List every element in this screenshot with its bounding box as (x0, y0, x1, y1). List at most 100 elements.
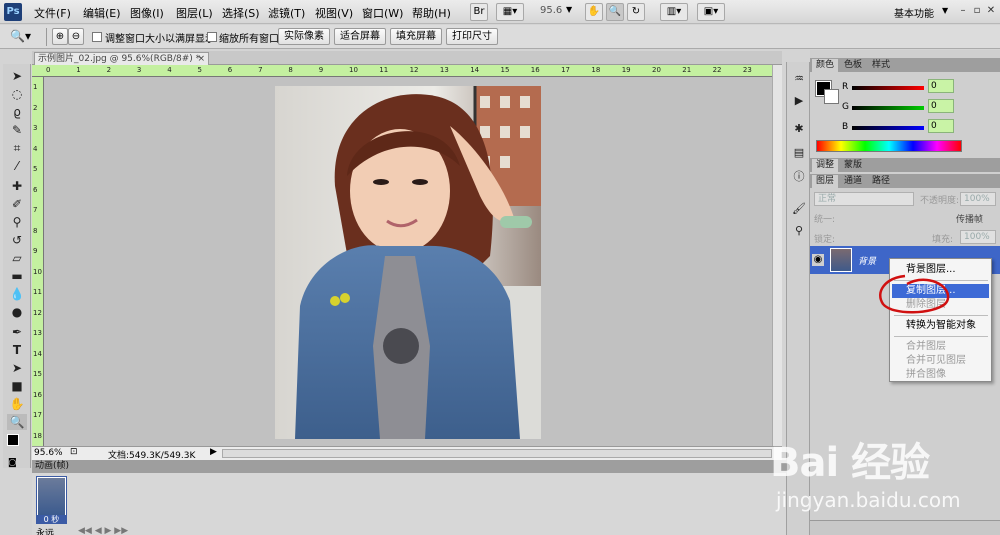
menu-view[interactable]: 视图(V) (315, 5, 353, 21)
propagate-frame-label[interactable]: 传播帧 (956, 212, 983, 225)
fill-field[interactable]: 100% (960, 230, 996, 244)
print-size-button[interactable]: 打印尺寸 (446, 28, 498, 45)
tab-adjustments[interactable]: 调整 (812, 159, 839, 172)
dodge-tool-icon[interactable]: ● (7, 304, 27, 320)
zoom-tool-icon[interactable]: 🔍 (606, 3, 624, 21)
layer-name[interactable]: 背景 (858, 254, 876, 267)
close-document-icon[interactable]: × (197, 53, 205, 65)
red-value-field[interactable]: 0 (928, 79, 954, 93)
vertical-scrollbar[interactable] (772, 65, 782, 446)
zoom-out-icon[interactable]: ⊖ (68, 28, 84, 45)
status-menu-arrow-icon[interactable]: ▶ (210, 447, 217, 457)
zoom-status[interactable]: 95.6% (34, 448, 63, 458)
zoom-level[interactable]: 95.6 (540, 5, 562, 16)
menu-file[interactable]: 文件(F) (34, 5, 71, 21)
type-tool-icon[interactable]: T (7, 342, 27, 358)
history-panel-icon[interactable]: ♒ (791, 72, 807, 86)
tab-channels[interactable]: 通道 (840, 175, 866, 188)
menu-item-convert-smart-object[interactable]: 转换为智能对象 (892, 319, 989, 333)
menu-window[interactable]: 窗口(W) (362, 5, 403, 21)
eraser-tool-icon[interactable]: ▱ (7, 250, 27, 266)
clone-source-panel-icon[interactable]: ⚲ (791, 224, 807, 238)
close-icon[interactable]: ✕ (984, 4, 998, 18)
layer-visibility-eye-icon[interactable]: ◉ (812, 254, 824, 266)
restore-icon[interactable]: ▫ (970, 4, 984, 18)
menu-help[interactable]: 帮助(H) (412, 5, 451, 21)
healing-brush-tool-icon[interactable]: ✚ (7, 178, 27, 194)
marquee-tool-icon[interactable]: ◌ (7, 86, 27, 102)
quick-mask-icon[interactable]: ◙ (8, 458, 22, 468)
tab-styles[interactable]: 样式 (868, 59, 894, 72)
fill-screen-button[interactable]: 填充屏幕 (390, 28, 442, 45)
shape-tool-icon[interactable]: ■ (7, 378, 27, 394)
foreground-color-swatch[interactable] (7, 434, 19, 446)
crop-tool-icon[interactable]: ⌗ (7, 140, 27, 156)
color-panel-background-swatch[interactable] (824, 89, 839, 104)
workspace-dropdown-icon[interactable]: ▼ (942, 6, 948, 15)
menu-item-merge-layers[interactable]: 合并图层 (892, 340, 989, 354)
pen-tool-icon[interactable]: ✒ (7, 324, 27, 340)
document-tab[interactable]: 示例图片_02.jpg @ 95.6%(RGB/8#) * × (34, 52, 209, 65)
green-slider[interactable] (852, 106, 924, 110)
document-image[interactable] (275, 86, 541, 439)
animation-panel-header[interactable]: 动画(帧) (32, 460, 787, 473)
histogram-panel-icon[interactable]: ▤ (791, 146, 807, 160)
tab-paths[interactable]: 路径 (868, 175, 894, 188)
zoom-all-windows-checkbox[interactable] (207, 32, 217, 42)
workspace-switcher[interactable]: 基本功能 (894, 5, 934, 20)
blend-mode-select[interactable]: 正常 (814, 192, 914, 206)
path-select-tool-icon[interactable]: ➤ (7, 360, 27, 376)
menu-image[interactable]: 图像(I) (130, 5, 164, 21)
frame-delay[interactable]: 0 秒 (37, 515, 66, 524)
menu-filter[interactable]: 滤镜(T) (268, 5, 305, 21)
fit-screen-button[interactable]: 适合屏幕 (334, 28, 386, 45)
rotate-view-icon[interactable]: ↻ (627, 3, 645, 21)
arrange-documents-icon[interactable]: ▥▾ (660, 3, 688, 21)
eyedropper-tool-icon[interactable]: ⁄ (7, 158, 27, 174)
hand-tool-icon[interactable]: ✋ (585, 3, 603, 21)
clone-stamp-tool-icon[interactable]: ⚲ (7, 214, 27, 230)
resize-windows-checkbox[interactable] (92, 32, 102, 42)
tab-swatches[interactable]: 色板 (840, 59, 866, 72)
brush-tool-icon[interactable]: ✐ (7, 196, 27, 212)
blue-slider[interactable] (852, 126, 924, 130)
screen-mode-icon[interactable]: ▣▾ (697, 3, 725, 21)
info-panel-icon[interactable]: ⓘ (791, 170, 807, 184)
zoom-in-icon[interactable]: ⊕ (52, 28, 68, 45)
animation-frame[interactable]: 0 秒 (36, 476, 67, 524)
tab-color[interactable]: 颜色 (812, 59, 839, 72)
green-value-field[interactable]: 0 (928, 99, 954, 113)
red-slider[interactable] (852, 86, 924, 90)
move-tool-icon[interactable]: ➤ (7, 68, 27, 84)
color-spectrum-bar[interactable] (816, 140, 962, 152)
actual-pixels-button[interactable]: 实际像素 (278, 28, 330, 45)
minimize-icon[interactable]: – (956, 4, 970, 18)
opacity-field[interactable]: 100% (960, 192, 996, 206)
view-extras-icon[interactable]: ▦▾ (496, 3, 524, 21)
lasso-tool-icon[interactable]: ϱ (7, 104, 27, 120)
menu-item-merge-visible[interactable]: 合并可见图层 (892, 354, 989, 368)
zoom-dropdown-icon[interactable]: ▼ (566, 5, 572, 14)
quick-select-tool-icon[interactable]: ✎ (7, 122, 27, 138)
menu-layer[interactable]: 图层(L) (176, 5, 213, 21)
navigator-panel-icon[interactable]: ✱ (791, 122, 807, 136)
menu-select[interactable]: 选择(S) (222, 5, 260, 21)
zoom-preset-icon[interactable]: 🔍▾ (10, 29, 31, 43)
history-brush-tool-icon[interactable]: ↺ (7, 232, 27, 248)
menu-edit[interactable]: 编辑(E) (83, 5, 121, 21)
menu-item-flatten-image[interactable]: 拼合图像 (892, 368, 989, 382)
zoom-tool-icon[interactable]: 🔍 (7, 414, 27, 430)
tab-layers[interactable]: 图层 (812, 175, 839, 188)
blur-tool-icon[interactable]: 💧 (7, 286, 27, 302)
hand-tool-icon[interactable]: ✋ (7, 396, 27, 412)
status-icon[interactable]: ⊡ (70, 447, 78, 457)
tab-masks[interactable]: 蒙版 (840, 159, 866, 172)
actions-panel-icon[interactable]: ▶ (791, 94, 807, 108)
bridge-button[interactable]: Br (470, 3, 488, 21)
blue-value-field[interactable]: 0 (928, 119, 954, 133)
playback-controls[interactable]: ◀◀ ◀ ▶ ▶▶ (78, 526, 128, 535)
gradient-tool-icon[interactable]: ▬ (7, 268, 27, 284)
horizontal-scrollbar[interactable] (222, 449, 772, 458)
loop-option[interactable]: 永远 (36, 526, 54, 535)
brushes-panel-icon[interactable]: 🖌 (791, 202, 807, 216)
